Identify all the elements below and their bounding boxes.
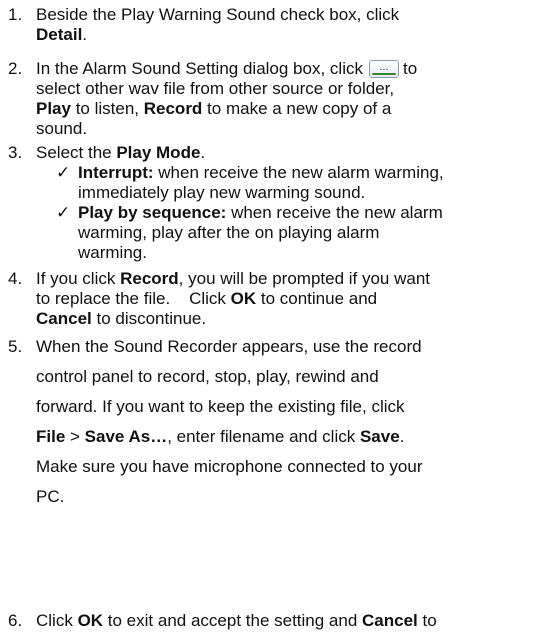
step-text: In the Alarm Sound Setting dialog box, c… <box>36 59 536 139</box>
step-text: Select the Play Mode. <box>36 143 536 163</box>
step-6: 6. Click OK to exit and accept the setti… <box>0 611 540 633</box>
text-run: warming. <box>78 243 147 262</box>
step-line: forward. If you want to keep the existin… <box>36 392 536 422</box>
step-number: 3. <box>8 143 23 162</box>
bold-term: Record <box>143 99 203 118</box>
option-text: Play by sequence: when receive the new a… <box>78 203 443 263</box>
bold-term: Save As… <box>84 427 168 446</box>
bold-term: OK <box>230 289 257 308</box>
step-line: Play to listen, Record to make a new cop… <box>36 99 536 119</box>
step-line: sound. <box>36 119 536 139</box>
text-run: to continue and <box>256 289 378 308</box>
step-line: Cancel to discontinue. <box>36 309 536 329</box>
step-line: File > Save As…, enter filename and clic… <box>36 422 536 452</box>
text-run: immediately play new warming sound. <box>78 183 366 202</box>
checkmark-icon: ✓ <box>56 203 71 222</box>
text-run: , you will be prompted if you want <box>178 269 431 288</box>
bold-term: Cancel <box>362 611 418 630</box>
text-run: to listen, <box>70 99 144 118</box>
step-line: Select the Play Mode. <box>36 143 536 163</box>
text-run: to discontinue. <box>91 309 207 328</box>
step-line: If you click Record, you will be prompte… <box>36 269 536 289</box>
text-run: control panel to record, stop, play, rew… <box>36 367 379 386</box>
bold-term: Detail <box>36 25 83 44</box>
step-number: 4. <box>8 269 23 288</box>
bold-term: OK <box>77 611 104 630</box>
option-line: warming. <box>78 243 443 263</box>
step-text: Beside the Play Warning Sound check box,… <box>36 5 536 45</box>
bold-term: Save <box>359 427 400 446</box>
text-run: When the Sound Recorder appears, use the… <box>36 337 422 356</box>
step-line: Make sure you have microphone connected … <box>36 452 536 482</box>
bold-term: Play <box>36 99 71 118</box>
bold-term: Record <box>120 269 179 288</box>
text-run: warming, play after the on playing alarm <box>78 223 380 242</box>
step-number: 5. <box>8 337 23 356</box>
text-run: PC. <box>36 487 65 506</box>
bold-term: File <box>36 427 66 446</box>
text-run: Select the <box>36 143 117 162</box>
text-run: . <box>82 25 88 44</box>
bold-term: Cancel <box>36 309 92 328</box>
text-run: to <box>417 611 437 630</box>
step-line: control panel to record, stop, play, rew… <box>36 362 536 392</box>
step-line: select other wav file from other source … <box>36 79 536 99</box>
text-run: In the Alarm Sound Setting dialog box, c… <box>36 59 363 78</box>
step-line: Beside the Play Warning Sound check box,… <box>36 5 536 25</box>
step-number: 6. <box>8 611 23 630</box>
browse-ellipsis-button-icon: ... <box>368 60 399 78</box>
step-text: When the Sound Recorder appears, use the… <box>36 332 536 512</box>
checkmark-icon: ✓ <box>56 163 71 182</box>
bold-term: Play by sequence: <box>78 203 227 222</box>
text-run: If you click <box>36 269 121 288</box>
text-run: to <box>402 59 418 78</box>
text-run: to replace the file. Click <box>36 289 231 308</box>
option-text: Interrupt: when receive the new alarm wa… <box>78 163 444 203</box>
text-run: select other wav file from other source … <box>36 79 395 98</box>
text-run: Make sure you have microphone connected … <box>36 457 423 476</box>
text-run: , enter filename and click <box>167 427 360 446</box>
step-number: 1. <box>8 5 23 24</box>
text-run: to exit and accept the setting and <box>103 611 363 630</box>
ellipsis-glyph: ... <box>379 61 389 73</box>
step-number: 2. <box>8 59 23 78</box>
text-run: forward. If you want to keep the existin… <box>36 397 405 416</box>
step-text: Click OK to exit and accept the setting … <box>36 611 540 631</box>
option-line: Play by sequence: when receive the new a… <box>78 203 443 223</box>
text-run: Click <box>36 611 78 630</box>
option-line: immediately play new warming sound. <box>78 183 444 203</box>
bold-term: Play Mode <box>116 143 201 162</box>
option-line: warming, play after the on playing alarm <box>78 223 443 243</box>
text-run: > <box>65 427 85 446</box>
step-line: In the Alarm Sound Setting dialog box, c… <box>36 59 536 79</box>
step-line: When the Sound Recorder appears, use the… <box>36 332 536 362</box>
step-line: PC. <box>36 482 536 512</box>
step-line: to replace the file. Click OK to continu… <box>36 289 536 309</box>
text-run: to make a new copy of a <box>202 99 392 118</box>
text-run: Beside the Play Warning Sound check box,… <box>36 5 400 24</box>
option-line: Interrupt: when receive the new alarm wa… <box>78 163 444 183</box>
text-run: when receive the new alarm warming, <box>153 163 444 182</box>
text-run: when receive the new alarm <box>226 203 443 222</box>
text-run: . <box>200 143 206 162</box>
text-run: . <box>399 427 405 446</box>
button-bar <box>371 73 396 75</box>
step-text: If you click Record, you will be prompte… <box>36 269 536 329</box>
text-run: sound. <box>36 119 88 138</box>
step-line: Detail. <box>36 25 536 45</box>
bold-term: Interrupt: <box>78 163 154 182</box>
step-line: Click OK to exit and accept the setting … <box>36 611 540 631</box>
